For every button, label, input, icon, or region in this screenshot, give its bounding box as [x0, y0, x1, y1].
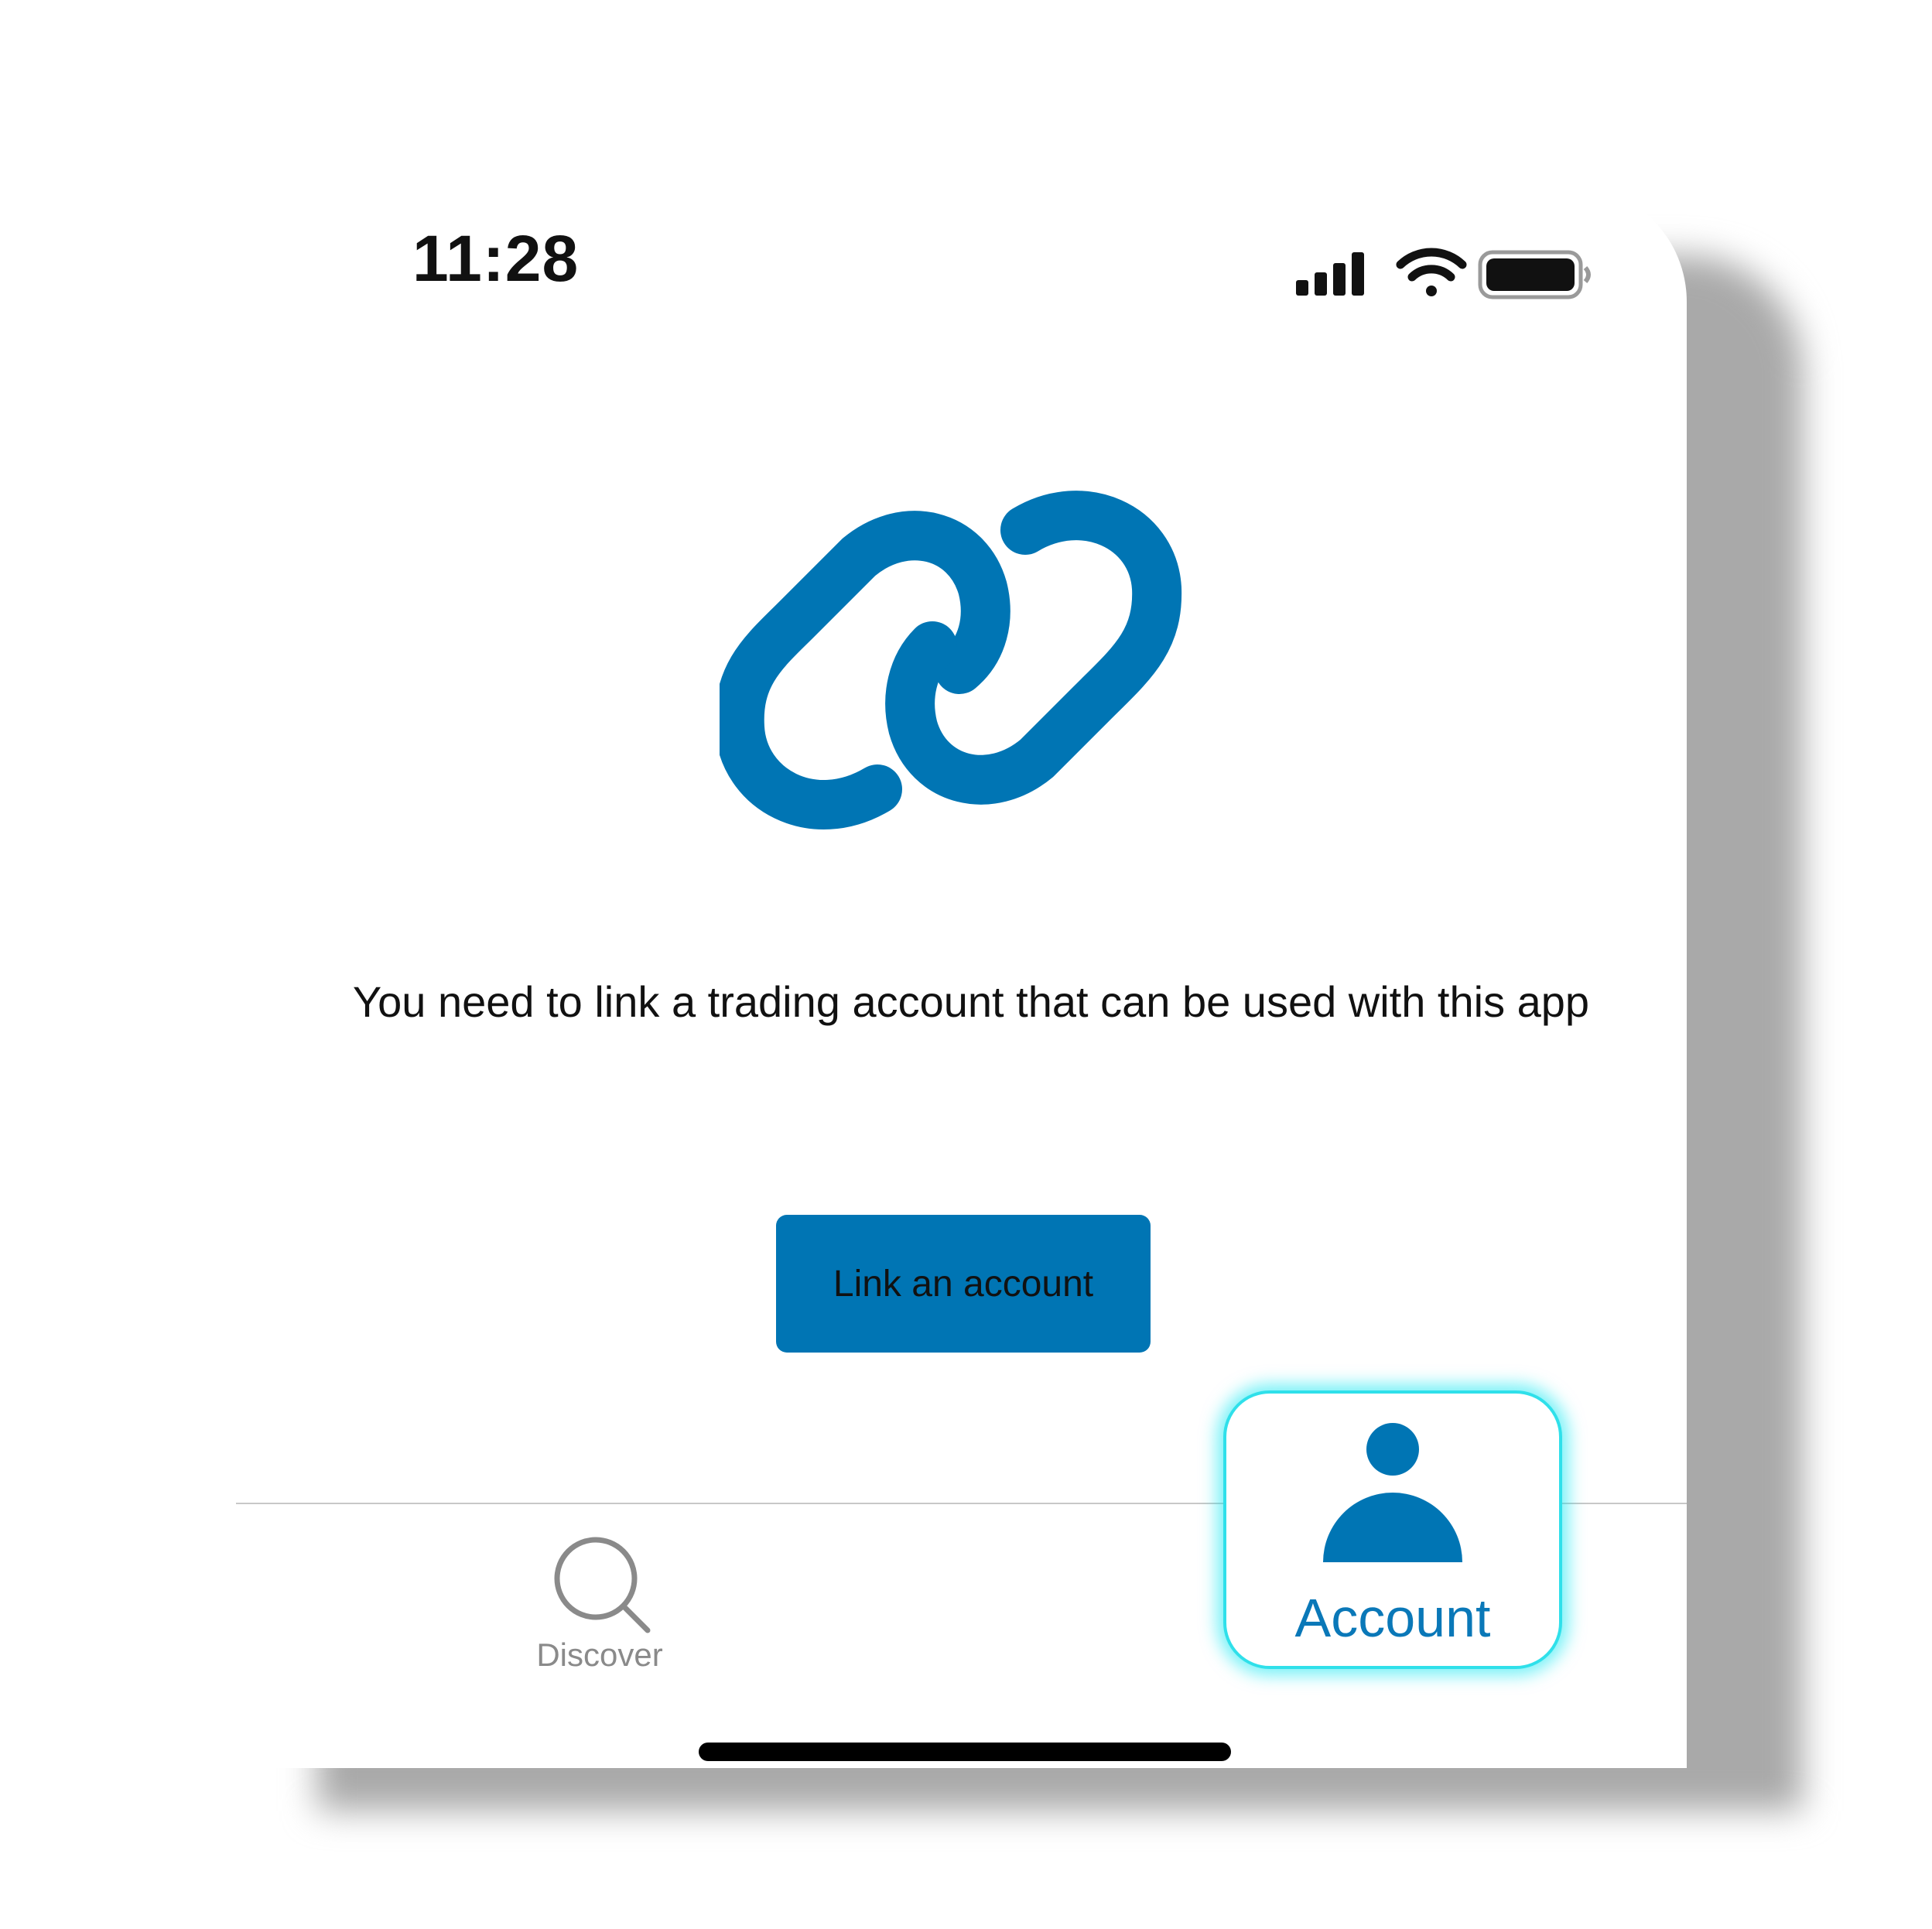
- tab-discover-label: Discover: [536, 1637, 663, 1673]
- tab-account-label: Account: [1294, 1588, 1491, 1648]
- wifi-icon: [1396, 248, 1467, 296]
- person-icon: [1323, 1423, 1462, 1562]
- link-icon: [714, 464, 1192, 836]
- link-account-message: You need to link a trading account that …: [352, 977, 1590, 1026]
- tab-account[interactable]: Account: [1223, 1390, 1562, 1669]
- battery-icon: [1478, 250, 1591, 299]
- screen: 11:28 You need to link a trading account…: [0, 0, 1932, 1929]
- tab-discover[interactable]: Discover: [499, 1520, 700, 1675]
- status-time: 11:28: [412, 222, 580, 295]
- status-icons: [1273, 237, 1598, 306]
- link-account-button[interactable]: Link an account: [776, 1215, 1151, 1353]
- cellular-signal-icon: [1296, 252, 1364, 296]
- search-icon: [554, 1537, 651, 1633]
- home-indicator: [699, 1743, 1231, 1761]
